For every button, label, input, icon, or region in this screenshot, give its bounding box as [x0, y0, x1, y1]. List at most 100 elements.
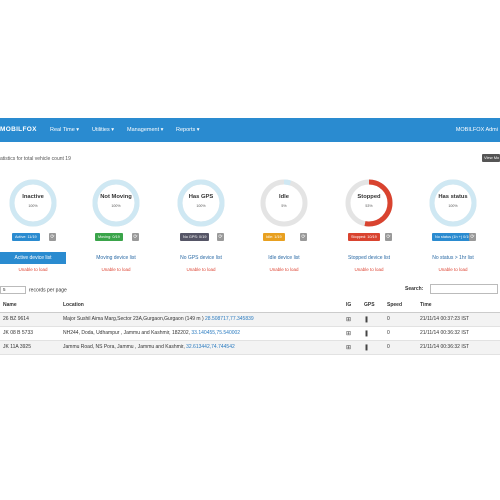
gauge-percent: 100%	[448, 204, 458, 208]
table-header-row: Name Location IG GPS Speed Time	[0, 298, 500, 313]
gauge-label: Not Moving	[100, 194, 132, 200]
location-text: Major Sushil Aima Marg,Sector 23A,Gurgao…	[63, 316, 204, 322]
vehicle-name: JK 08 B 5733	[0, 326, 60, 341]
load-error-text: Unable to load	[101, 267, 131, 272]
gauge-label: Has GPS	[188, 194, 214, 200]
menu-management[interactable]: Management ▾	[127, 127, 163, 133]
status-gauge: Idle 5%	[259, 178, 309, 228]
col-gps[interactable]: GPS	[361, 298, 384, 313]
vehicle-table: Name Location IG GPS Speed Time 26 BZ 96…	[0, 298, 500, 355]
load-error-text: Unable to load	[354, 267, 384, 272]
refresh-icon[interactable]: ⟳	[217, 233, 224, 241]
user-menu[interactable]: MOBILFOX Admi	[456, 127, 498, 133]
vehicle-speed: 0	[384, 326, 417, 341]
gauge-label: Idle	[279, 194, 289, 200]
gauge-percent: 100%	[111, 204, 121, 208]
search-input[interactable]	[430, 284, 498, 294]
status-badge: No GPS: 0/19	[180, 233, 210, 241]
ignition-icon: ⊞	[343, 312, 361, 327]
gauge-percent: 53%	[365, 204, 373, 208]
status-badge: Idle: 1/19	[263, 233, 285, 241]
gauge-label: Inactive	[22, 194, 44, 200]
brand-logo[interactable]: MOBILFOX	[0, 126, 37, 133]
gauge-label: Has status	[438, 194, 468, 200]
gps-signal-icon: ❚	[361, 312, 384, 327]
view-more-button[interactable]: View Mo	[482, 154, 500, 162]
vehicle-location: Jammu Road, NS Pora, Jammu , Jammu and K…	[60, 340, 343, 355]
col-location[interactable]: Location	[60, 298, 343, 313]
records-per-page: 5 records per page	[0, 286, 67, 294]
top-navbar: MOBILFOX Real Time ▾ Utilities ▾ Managem…	[0, 118, 500, 142]
vehicle-speed: 0	[384, 340, 417, 355]
gauge-percent: 100%	[196, 204, 206, 208]
coordinates-link[interactable]: 28.508717,77.345839	[205, 316, 254, 322]
load-error-text: Unable to load	[438, 267, 468, 272]
search-box: Search:	[405, 284, 498, 294]
status-card: Has GPS 100% No GPS: 0/19 ⟳ No GPS device li…	[168, 178, 234, 300]
status-card: Inactive 100% Active: 11/19 ⟳ Active device …	[0, 178, 66, 300]
vehicle-speed: 0	[384, 312, 417, 327]
status-card: Stopped 53% Stopped: 10/19 ⟳ Stopped device …	[336, 178, 402, 300]
gauge-percent: 100%	[28, 204, 38, 208]
col-speed[interactable]: Speed	[384, 298, 417, 313]
refresh-icon[interactable]: ⟳	[132, 233, 139, 241]
status-card: Not Moving 100% Moving: 0/19 ⟳ Moving device…	[83, 178, 149, 300]
device-list-tab[interactable]: No GPS device list	[168, 252, 234, 264]
gps-signal-icon: ❚	[361, 340, 384, 355]
load-error-text: Unable to load	[269, 267, 299, 272]
gauge-percent: 5%	[281, 204, 287, 208]
vehicle-location: NH244, Doda, Udhampur , Jammu and Kashmi…	[60, 326, 343, 341]
refresh-icon[interactable]: ⟳	[385, 233, 392, 241]
status-gauge: Stopped 53%	[344, 178, 394, 228]
gauge-label: Stopped	[357, 194, 381, 200]
status-badge: Active: 11/19	[12, 233, 40, 241]
status-badge: Stopped: 10/19	[348, 233, 380, 241]
refresh-icon[interactable]: ⟳	[300, 233, 307, 241]
vehicle-time: 21/11/14 00:36:32 IST	[417, 340, 500, 355]
col-time[interactable]: Time	[417, 298, 500, 313]
ignition-icon: ⊞	[343, 326, 361, 341]
location-text: NH244, Doda, Udhampur , Jammu and Kashmi…	[63, 330, 191, 336]
location-text: Jammu Road, NS Pora, Jammu , Jammu and K…	[63, 344, 185, 350]
dashboard-screen: MOBILFOX Real Time ▾ Utilities ▾ Managem…	[0, 118, 500, 380]
col-ig[interactable]: IG	[343, 298, 361, 313]
col-name[interactable]: Name	[0, 298, 60, 313]
load-error-text: Unable to load	[186, 267, 216, 272]
status-gauge: Has GPS 100%	[176, 178, 226, 228]
menu-reports[interactable]: Reports ▾	[176, 127, 200, 133]
table-row[interactable]: 26 BZ 9614 Major Sushil Aima Marg,Sector …	[0, 312, 500, 327]
status-gauge: Has status 100%	[428, 178, 478, 228]
menu-real-time[interactable]: Real Time ▾	[50, 127, 79, 133]
vehicle-name: 26 BZ 9614	[0, 312, 60, 327]
status-card: Idle 5% Idle: 1/19 ⟳ Idle device list Unable …	[251, 178, 317, 300]
search-label: Search:	[405, 286, 424, 292]
status-gauge: Not Moving 100%	[91, 178, 141, 228]
status-card: Has status 100% No status (1h +) 0/19 ⟳ No s…	[420, 178, 486, 300]
gps-signal-icon: ❚	[361, 326, 384, 341]
table-body: 26 BZ 9614 Major Sushil Aima Marg,Sector …	[0, 312, 500, 355]
coordinates-link[interactable]: 32.613442,74.744542	[186, 344, 235, 350]
table-row[interactable]: JK 08 B 5733 NH244, Doda, Udhampur , Jamm…	[0, 326, 500, 341]
menu-utilities[interactable]: Utilities ▾	[92, 127, 114, 133]
ignition-icon: ⊞	[343, 340, 361, 355]
coordinates-link[interactable]: 33.140455,75.540002	[191, 330, 240, 336]
load-error-text: Unable to load	[18, 267, 48, 272]
device-list-tab[interactable]: Stopped device list	[336, 252, 402, 264]
vehicle-time: 21/11/14 00:37:23 IST	[417, 312, 500, 327]
status-badge: Moving: 0/19	[95, 233, 123, 241]
device-list-tab[interactable]: Idle device list	[251, 252, 317, 264]
status-gauge: Inactive 100%	[8, 178, 58, 228]
refresh-icon[interactable]: ⟳	[49, 233, 56, 241]
device-list-tab[interactable]: Active device list	[0, 252, 66, 264]
table-row[interactable]: JK 11A 3925 Jammu Road, NS Pora, Jammu , …	[0, 340, 500, 355]
statistics-heading: atistics for total vehicle count 19	[0, 156, 71, 162]
device-list-tab[interactable]: No status > 1hr list	[420, 252, 486, 264]
records-select[interactable]: 5	[0, 286, 26, 294]
vehicle-location: Major Sushil Aima Marg,Sector 23A,Gurgao…	[60, 312, 343, 327]
refresh-icon[interactable]: ⟳	[469, 233, 476, 241]
vehicle-name: JK 11A 3925	[0, 340, 60, 355]
records-label: records per page	[29, 287, 67, 294]
vehicle-time: 21/11/14 00:36:32 IST	[417, 326, 500, 341]
status-badge: No status (1h +) 0/19	[432, 233, 474, 241]
device-list-tab[interactable]: Moving device list	[83, 252, 149, 264]
